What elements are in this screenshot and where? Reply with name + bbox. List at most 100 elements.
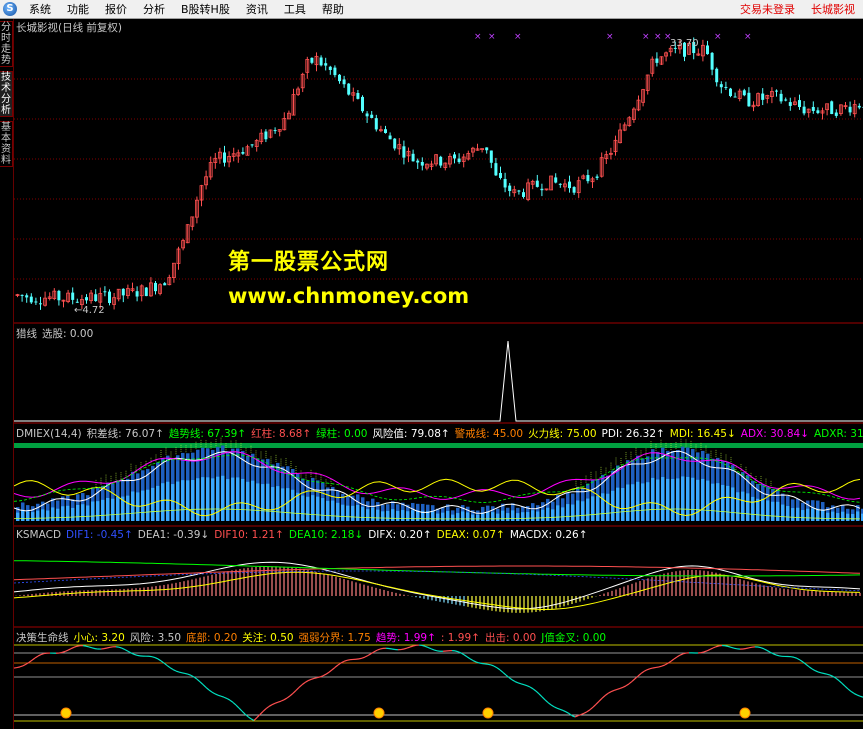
volume-bar-light	[246, 481, 250, 521]
volume-bar-light	[176, 481, 180, 521]
volume-bar-light	[521, 512, 525, 521]
indicator-panel-ksmacd[interactable]: KSMACD DIF1: -0.45↑ DEA1: -0.39↓ DIF10: 1.2…	[14, 528, 863, 628]
lifeline-segment	[829, 674, 834, 677]
lifeline-segment	[586, 709, 591, 713]
lifeline-segment	[232, 701, 237, 706]
menu-item-analysis[interactable]: 分析	[135, 1, 173, 17]
volume-bar-light	[186, 480, 190, 521]
lifeline-segment	[682, 652, 687, 655]
lifeline-segment	[430, 648, 435, 651]
dmiex-value-1: 趋势线: 67.39↑	[168, 428, 247, 440]
liexian-chart	[14, 340, 863, 424]
volume-bar-light	[791, 508, 795, 521]
dmiex-value-10: ADXR: 31.96↓	[813, 428, 863, 440]
lifeline-segment	[652, 666, 657, 669]
app-logo-icon: S	[3, 2, 17, 16]
volume-bar-light	[851, 514, 855, 521]
lifeline-segment	[199, 681, 204, 686]
signal-marker: ×	[744, 32, 752, 42]
menu-item-bshare[interactable]: B股转H股	[173, 1, 238, 17]
volume-bar-light	[536, 511, 540, 521]
candle-down	[540, 188, 544, 191]
menu-item-news[interactable]: 资讯	[238, 1, 276, 17]
candle-down	[439, 156, 443, 166]
lifeline-segment	[844, 685, 849, 690]
volume-bar-light	[561, 507, 565, 521]
lifeline-segment	[370, 651, 375, 655]
candle-down	[342, 79, 346, 85]
lifeline-segment	[64, 649, 69, 653]
lifeline-segment	[136, 654, 141, 657]
volume-bar-light	[541, 509, 545, 521]
kline-chart[interactable]: × × × × × × × × ×33.70←4.72	[14, 19, 863, 324]
lifeline-segment	[463, 654, 468, 658]
lifeline-segment	[793, 656, 798, 659]
indicator-panel-dmiex[interactable]: DMIEX(14,4) 积差线: 76.07↑ 趋势线: 67.39↑ 红柱: 8.6…	[14, 425, 863, 527]
candle-down	[273, 130, 277, 132]
lifeline-value-4: 强弱分界: 1.75	[298, 632, 371, 644]
menu-item-system[interactable]: 系统	[21, 1, 59, 17]
lifeline-segment	[676, 654, 681, 658]
volume-bar-light	[701, 478, 705, 521]
volume-bar-light	[721, 484, 725, 521]
menu-item-help[interactable]: 帮助	[314, 1, 352, 17]
lifeline-segment	[295, 687, 300, 691]
signal-marker: ×	[488, 32, 496, 42]
volume-bar-light	[496, 513, 500, 521]
candle-down	[508, 185, 512, 192]
candle-down	[503, 178, 507, 188]
login-status[interactable]: 交易未登录	[732, 1, 803, 17]
lifeline-segment	[298, 684, 303, 688]
lifeline-segment	[523, 684, 528, 687]
indicator-panel-lifeline[interactable]: 决策生命线 小心: 3.20 风险: 3.50 底部: 0.20 关注: 0.50 强弱分…	[14, 629, 863, 729]
volume-bar-light	[271, 487, 275, 521]
volume-bar-light	[346, 505, 350, 521]
lifeline-segment	[214, 693, 219, 696]
lifeline-segment	[367, 653, 372, 657]
lifeline-segment	[550, 704, 555, 708]
volume-bar-light	[531, 510, 535, 521]
ksmacd-name: KSMACD	[16, 529, 62, 541]
volume-bar-light	[396, 510, 400, 521]
volume-bar-light	[116, 496, 120, 521]
menu-item-tools[interactable]: 工具	[276, 1, 314, 17]
lifeline-segment	[547, 702, 552, 706]
lifeline-segment	[580, 712, 585, 716]
lifeline-segment	[379, 647, 384, 650]
candle-down	[517, 190, 521, 192]
candle-down	[457, 158, 461, 163]
lifeline-segment	[316, 676, 321, 679]
volume-bar-light	[616, 487, 620, 521]
volume-bar-light	[101, 499, 105, 521]
kline-panel[interactable]: × × × × × × × × × 33.70 ←4.72 长城影视(日线 前复权)	[14, 19, 863, 324]
lifeline-segment	[730, 646, 735, 649]
indicator-panel-liexian[interactable]: 猎线 选股: 0.00	[14, 325, 863, 424]
tab-fundamental[interactable]: 基本资料	[0, 121, 13, 167]
candle-down	[411, 153, 415, 162]
lifeline-segment	[466, 656, 471, 660]
lifeline-segment	[403, 647, 408, 650]
volume-bar-light	[716, 483, 720, 521]
volume-bar-light	[811, 508, 815, 521]
lifeline-segment	[568, 713, 573, 717]
lifeline-segment	[241, 710, 246, 715]
tab-intraday[interactable]: 分时走势	[0, 21, 13, 67]
lifeline-segment	[604, 692, 609, 697]
volume-bar-light	[586, 498, 590, 521]
candle-down	[485, 147, 489, 151]
lifeline-segment	[325, 671, 330, 675]
volume-bar-light	[546, 507, 550, 521]
menu-item-function[interactable]: 功能	[59, 1, 97, 17]
menu-item-quote[interactable]: 报价	[97, 1, 135, 17]
volume-bar-light	[241, 478, 245, 521]
candle-down	[328, 66, 332, 70]
volume-bar-light	[26, 511, 30, 521]
kline-title: 长城影视(日线 前复权)	[16, 22, 123, 34]
lifeline-segment	[556, 707, 561, 710]
ksmacd-value-0: DIF1: -0.45↑	[66, 529, 133, 541]
volume-bar-light	[286, 488, 290, 521]
volume-bar-light	[136, 492, 140, 521]
tab-technical[interactable]: 技术分析	[0, 71, 13, 117]
lifeline-segment	[553, 706, 558, 709]
lifeline-segment	[421, 644, 426, 647]
